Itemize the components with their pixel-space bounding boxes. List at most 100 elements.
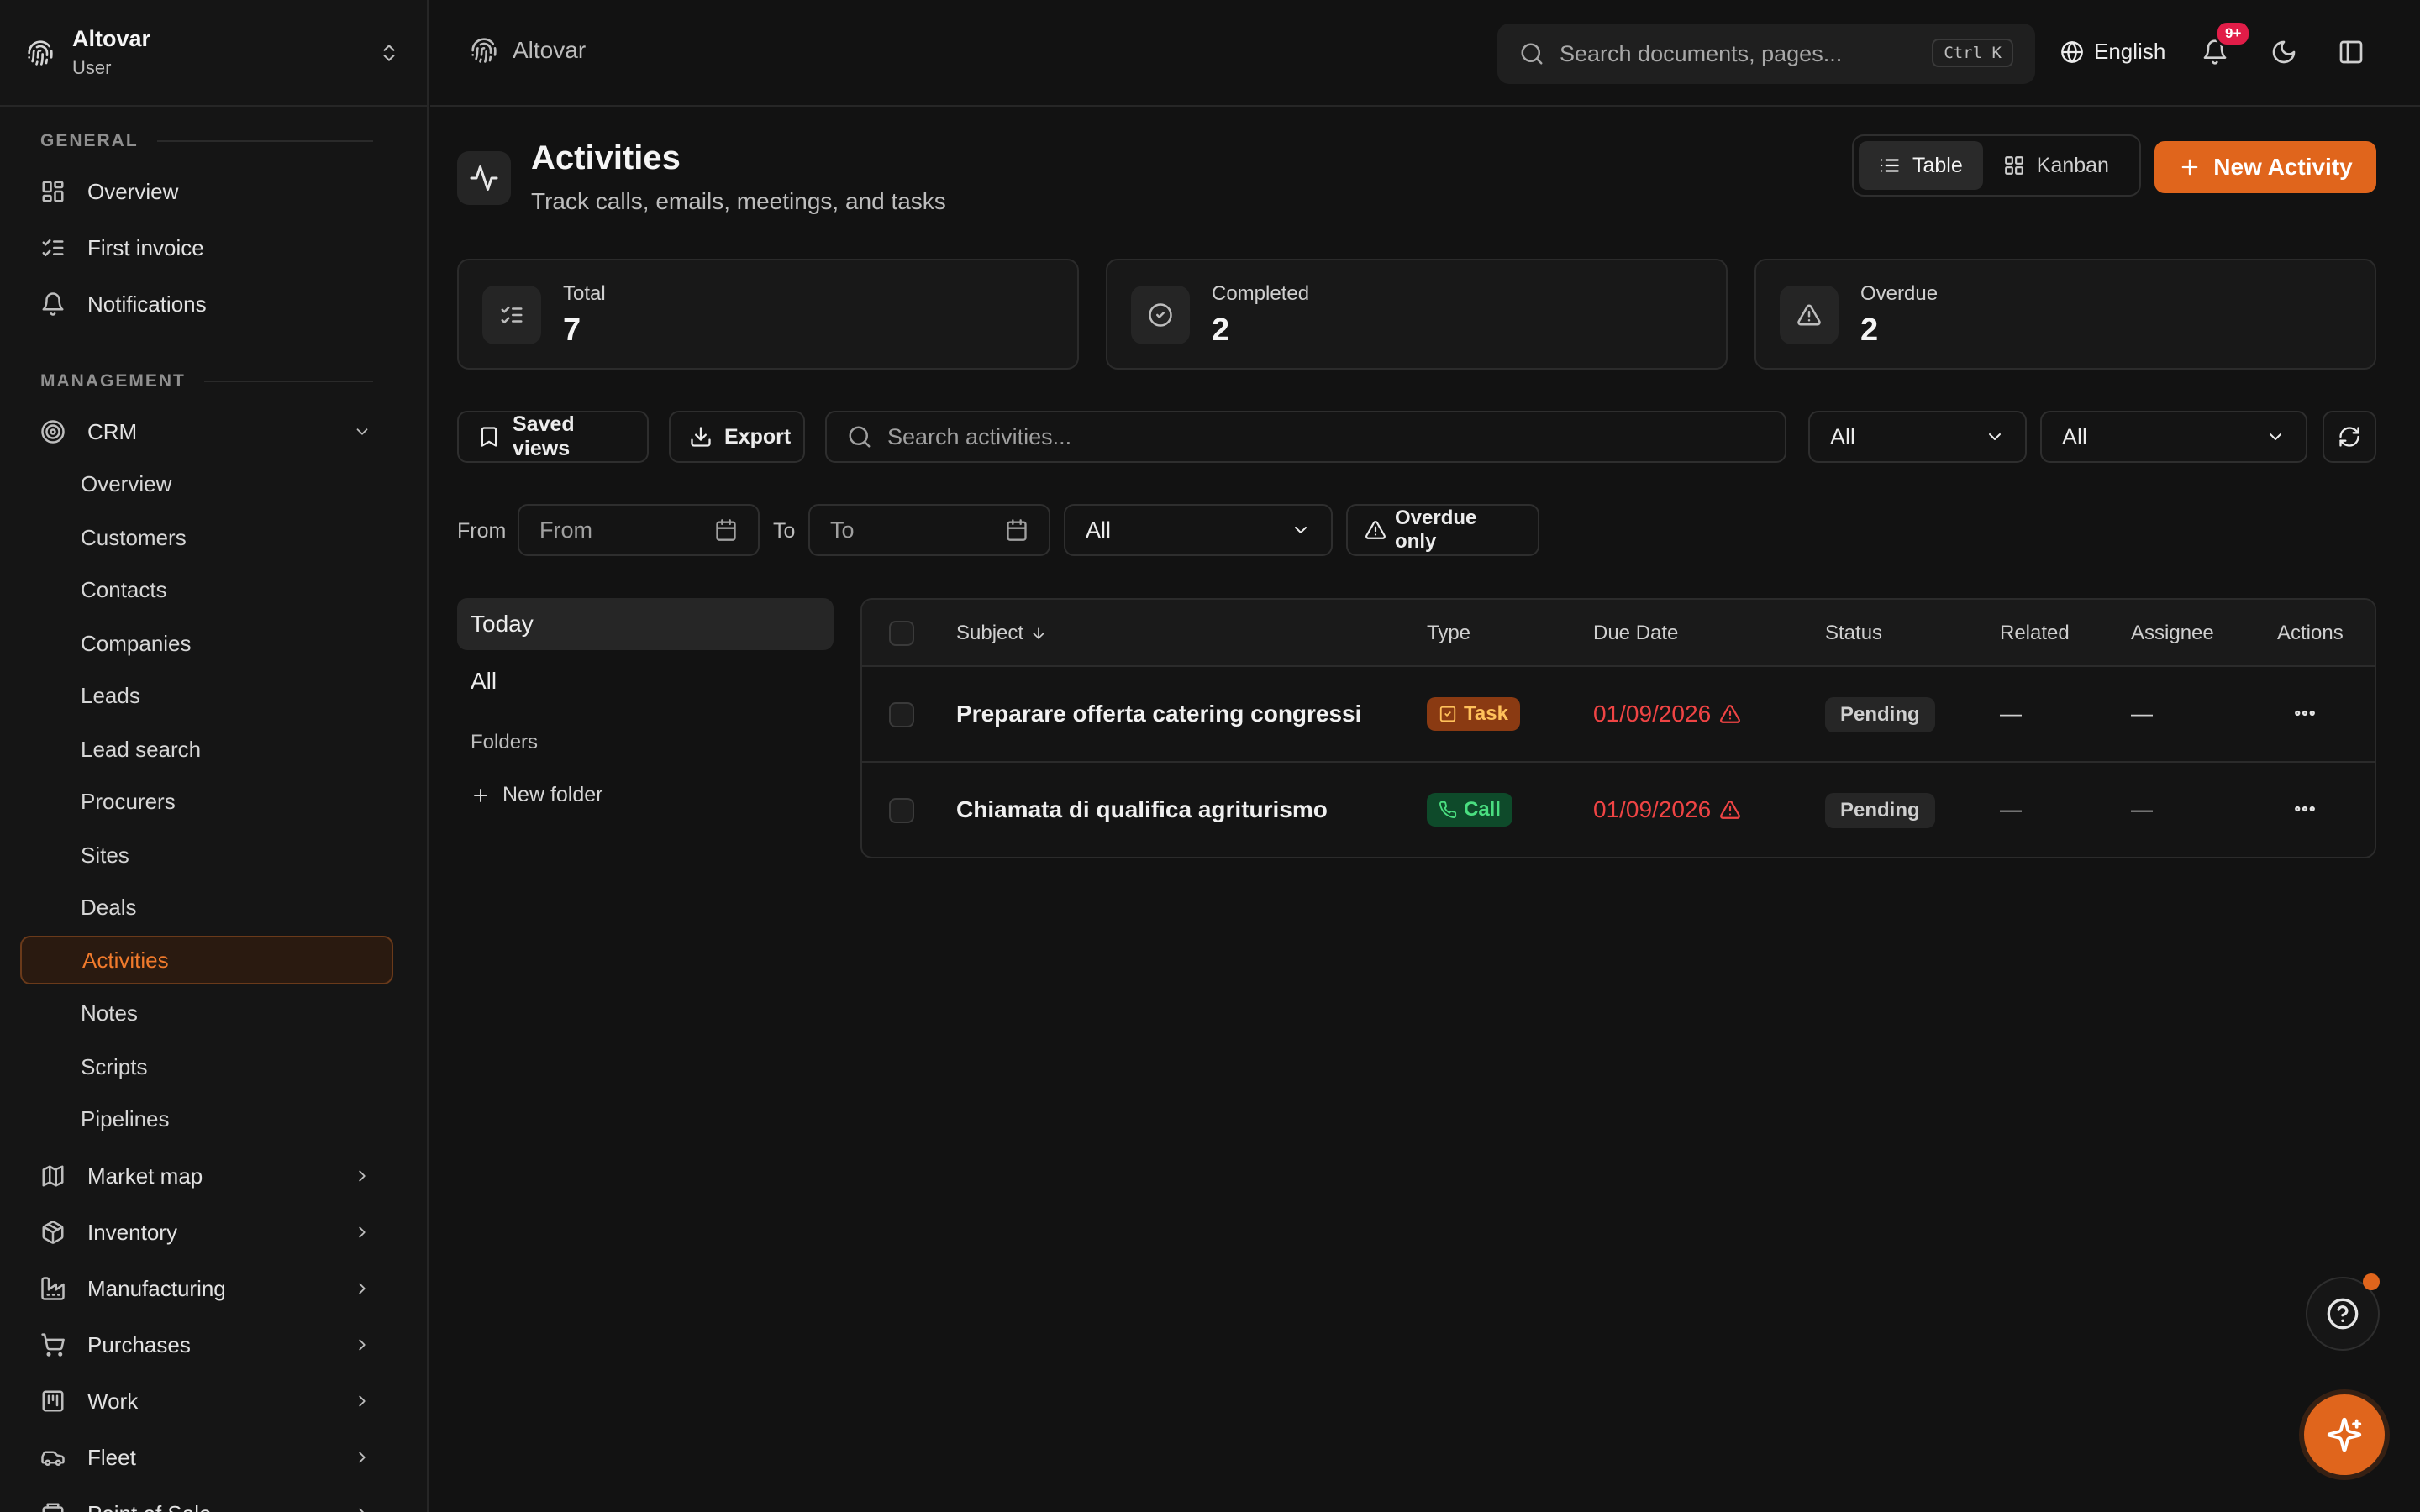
table-row[interactable]: Preparare offerta catering congressi Tas… [862, 667, 2375, 763]
phone-icon [1439, 801, 1457, 819]
sidebar-item-market-map[interactable]: Market map [20, 1152, 393, 1200]
folder-today[interactable]: Today [457, 598, 834, 650]
panel-toggle-icon[interactable] [2338, 39, 2365, 66]
date-to-field[interactable]: To [808, 504, 1050, 556]
bell-icon [40, 291, 67, 317]
row-subject[interactable]: Chiamata di qualifica agriturismo [956, 796, 1328, 823]
status-badge: Pending [1825, 793, 1935, 828]
view-table-button[interactable]: Table [1859, 141, 1983, 190]
sidebar-item-label: CRM [87, 418, 138, 444]
new-activity-label: New Activity [2213, 154, 2353, 180]
date-from-field[interactable]: From [518, 504, 760, 556]
activity-search-field[interactable] [825, 411, 1786, 463]
sidebar-item-label: Manufacturing [87, 1275, 226, 1301]
row-due-date: 01/09/2026 [1593, 701, 1741, 727]
notifications-badge: 9+ [2215, 20, 2252, 47]
view-table-label: Table [1912, 153, 1963, 177]
dashboard-icon [40, 179, 67, 204]
search-icon [1519, 41, 1544, 66]
type-badge-task: Task [1427, 697, 1520, 731]
export-label: Export [724, 424, 792, 449]
sidebar-item-work[interactable]: Work [20, 1378, 393, 1425]
view-kanban-button[interactable]: Kanban [1983, 141, 2129, 190]
checkbox-icon [1439, 705, 1457, 723]
refresh-button[interactable] [2323, 411, 2376, 463]
list-check-icon [482, 286, 541, 344]
sidebar-item-fleet[interactable]: Fleet [20, 1434, 393, 1481]
plus-icon [2178, 155, 2202, 179]
sidebar-item-manufacturing[interactable]: Manufacturing [20, 1265, 393, 1312]
sidebar-item-customers[interactable]: Customers [20, 513, 393, 562]
sidebar-item-crm-overview[interactable]: Overview [20, 459, 393, 508]
help-indicator-dot [2363, 1273, 2380, 1290]
chevron-right-icon [353, 1279, 371, 1298]
language-selector[interactable]: English [2060, 39, 2165, 65]
row-due-date: 01/09/2026 [1593, 796, 1741, 823]
new-folder-button[interactable]: New folder [471, 783, 603, 807]
sidebar-item-companies[interactable]: Companies [20, 619, 393, 668]
sidebar-item-crm[interactable]: CRM [20, 408, 393, 455]
sidebar-item-first-invoice[interactable]: First invoice [20, 224, 393, 271]
global-search-input[interactable]: Search documents, pages... Ctrl K [1497, 24, 2035, 84]
date-from-placeholder: From [539, 517, 592, 543]
sidebar-item-activities[interactable]: Activities [20, 936, 393, 984]
sidebar-item-point-of-sale[interactable]: Point of Sale [20, 1490, 393, 1512]
download-icon [689, 425, 713, 449]
table-row[interactable]: Chiamata di qualifica agriturismo Call 0… [862, 763, 2375, 857]
filter-select-status[interactable]: All [2040, 411, 2307, 463]
sidebar-item-purchases[interactable]: Purchases [20, 1321, 393, 1368]
sidebar-item-contacts[interactable]: Contacts [20, 565, 393, 614]
row-subject[interactable]: Preparare offerta catering congressi [956, 701, 1361, 727]
from-label: From [457, 519, 507, 543]
filter-select-assignee[interactable]: All [1064, 504, 1333, 556]
stat-value: 2 [1212, 312, 1230, 348]
sidebar-item-label: Work [87, 1388, 139, 1414]
view-toggle: Table Kanban [1852, 134, 2141, 197]
sidebar-item-lead-search[interactable]: Lead search [20, 725, 393, 774]
folder-all[interactable]: All [457, 655, 834, 707]
ai-assistant-button[interactable] [2304, 1394, 2385, 1475]
workspace-switcher[interactable]: Altovar User [0, 0, 427, 107]
new-activity-button[interactable]: New Activity [2154, 141, 2376, 193]
breadcrumb[interactable]: Altovar [471, 37, 586, 64]
sidebar-item-scripts[interactable]: Scripts [20, 1042, 393, 1091]
sidebar-item-leads[interactable]: Leads [20, 671, 393, 720]
page-title: Activities [531, 139, 681, 176]
more-actions-icon[interactable] [2292, 796, 2317, 822]
moon-icon[interactable] [2270, 39, 2297, 66]
stat-value: 7 [563, 312, 581, 348]
sidebar-item-notifications[interactable]: Notifications [20, 281, 393, 328]
section-label-general: GENERAL [40, 131, 373, 151]
saved-views-button[interactable]: Saved views [457, 411, 649, 463]
chevron-down-icon [2265, 427, 2286, 447]
sidebar-item-overview[interactable]: Overview [20, 168, 393, 215]
topbar: Altovar Search documents, pages... Ctrl … [430, 0, 2420, 107]
sidebar-item-inventory[interactable]: Inventory [20, 1209, 393, 1256]
chevron-down-icon [1291, 520, 1311, 540]
chevron-right-icon [353, 1392, 371, 1410]
row-related: — [2000, 701, 2022, 726]
select-all-checkbox[interactable] [889, 621, 914, 646]
column-subject[interactable]: Subject [956, 622, 1047, 645]
page-subtitle: Track calls, emails, meetings, and tasks [531, 188, 946, 214]
activity-search-input[interactable] [887, 423, 1765, 450]
help-circle-icon [2326, 1297, 2360, 1331]
stat-value: 2 [1860, 312, 1879, 348]
sidebar-item-sites[interactable]: Sites [20, 831, 393, 879]
activities-table: Subject Type Due Date Status Related Ass… [860, 598, 2376, 858]
sidebar: Altovar User GENERAL Overview First invo… [0, 0, 429, 1512]
row-checkbox[interactable] [889, 702, 914, 727]
chevron-right-icon [353, 1167, 371, 1185]
overdue-only-toggle[interactable]: Overdue only [1346, 504, 1539, 556]
export-button[interactable]: Export [669, 411, 805, 463]
sidebar-item-deals[interactable]: Deals [20, 883, 393, 932]
row-checkbox[interactable] [889, 798, 914, 823]
check-circle-icon [1131, 286, 1190, 344]
sidebar-item-procurers[interactable]: Procurers [20, 777, 393, 826]
sidebar-item-pipelines[interactable]: Pipelines [20, 1095, 393, 1143]
chevron-down-icon [1985, 427, 2005, 447]
table-header: Subject Type Due Date Status Related Ass… [862, 600, 2375, 667]
sidebar-item-notes[interactable]: Notes [20, 989, 393, 1037]
more-actions-icon[interactable] [2292, 701, 2317, 726]
filter-select-type[interactable]: All [1808, 411, 2027, 463]
